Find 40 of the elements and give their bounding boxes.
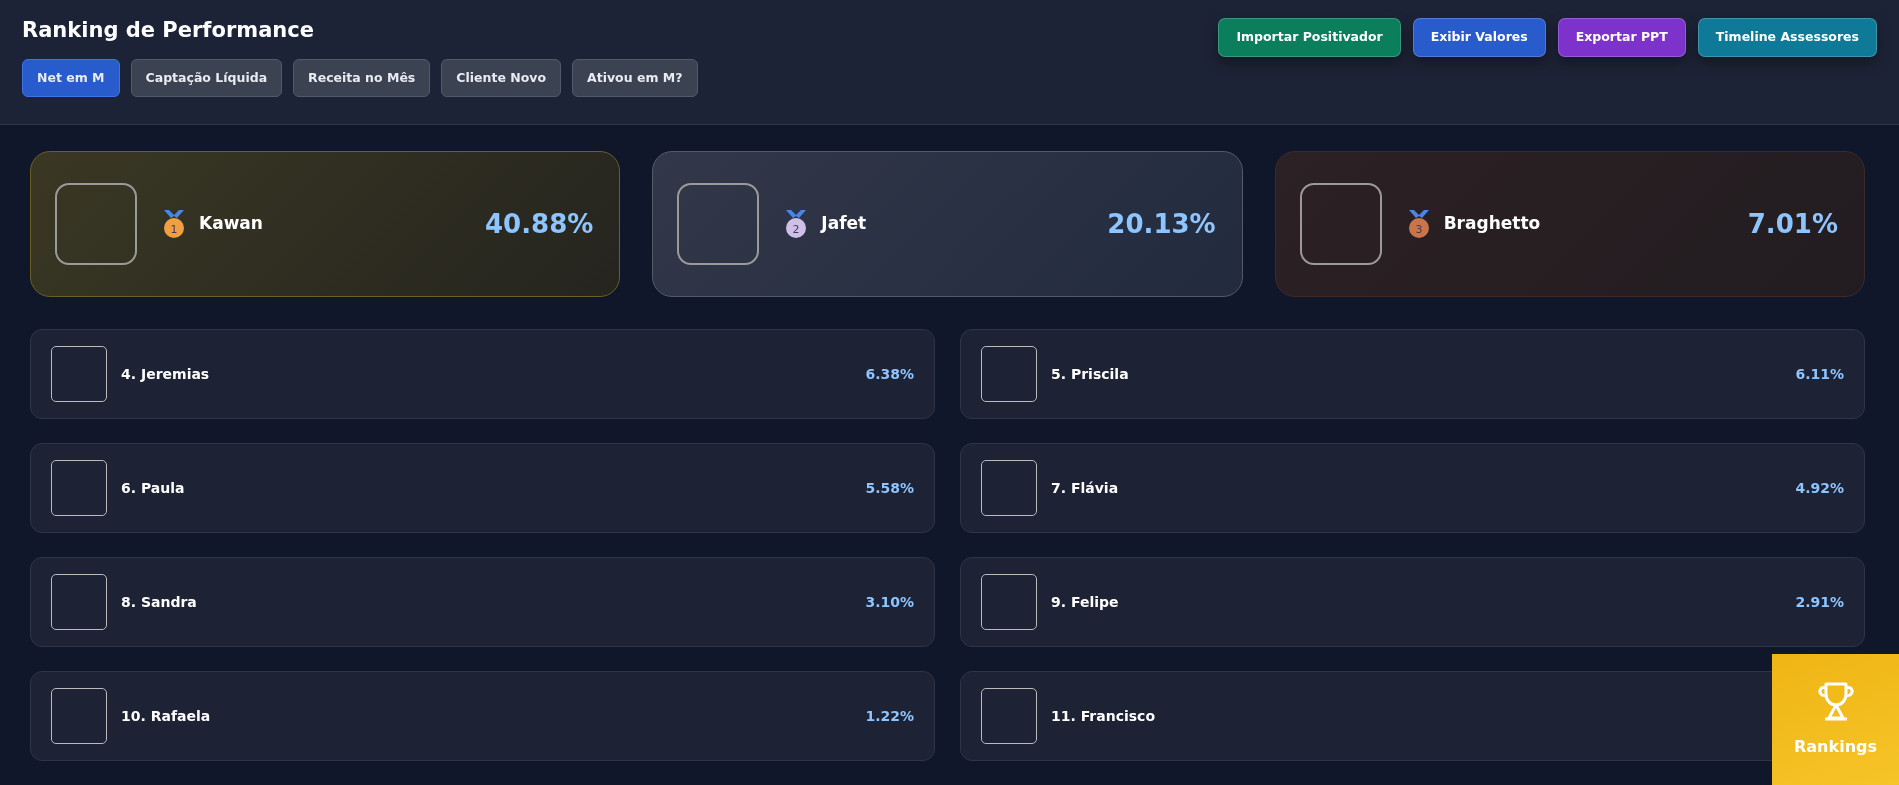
avatar-placeholder xyxy=(51,460,107,516)
action-button[interactable]: Timeline Assessores xyxy=(1697,18,1877,57)
avatar-placeholder xyxy=(51,688,107,744)
player-name: 10. Rafaela xyxy=(121,706,211,726)
tab[interactable]: Net em M xyxy=(22,59,120,98)
tab[interactable]: Cliente Novo xyxy=(441,59,562,98)
score-value: 5.58% xyxy=(865,478,914,498)
player-name: 8. Sandra xyxy=(121,592,197,612)
action-button[interactable]: Importar Positivador xyxy=(1218,18,1401,57)
tab[interactable]: Ativou em M? xyxy=(572,59,698,98)
tab[interactable]: Captação Líquida xyxy=(130,59,283,98)
action-button[interactable]: Exibir Valores xyxy=(1412,18,1546,57)
player-name: 11. Francisco xyxy=(1051,706,1155,726)
score-value: 6.11% xyxy=(1795,364,1844,384)
score-value: 7.01% xyxy=(1747,207,1838,241)
score-value: 2.91% xyxy=(1795,592,1844,612)
trophy-icon xyxy=(1815,680,1856,723)
player-name: Jafet xyxy=(821,212,867,236)
player-name: 6. Paula xyxy=(121,478,185,498)
player-name: 7. Flávia xyxy=(1051,478,1119,498)
player-name: 4. Jeremias xyxy=(121,364,210,384)
action-button[interactable]: Exportar PPT xyxy=(1557,18,1686,57)
score-value: 1.22% xyxy=(865,706,914,726)
avatar-placeholder xyxy=(981,460,1037,516)
page-title: Ranking de Performance xyxy=(22,18,315,44)
player-name: 9. Felipe xyxy=(1051,592,1119,612)
score-value: 6.38% xyxy=(865,364,914,384)
avatar-placeholder xyxy=(981,574,1037,630)
score-value: 3.10% xyxy=(865,592,914,612)
score-value: 4.92% xyxy=(1795,478,1844,498)
score-value: 40.88% xyxy=(485,207,594,241)
player-name: 5. Priscila xyxy=(1051,364,1129,384)
avatar-placeholder xyxy=(981,346,1037,402)
avatar-placeholder xyxy=(51,346,107,402)
avatar-placeholder xyxy=(51,574,107,630)
score-value: 20.13% xyxy=(1107,207,1216,241)
player-name: Braghetto xyxy=(1443,212,1541,236)
avatar-placeholder xyxy=(981,688,1037,744)
tab[interactable]: Receita no Mês xyxy=(293,59,431,98)
player-name: Kawan xyxy=(199,212,263,236)
